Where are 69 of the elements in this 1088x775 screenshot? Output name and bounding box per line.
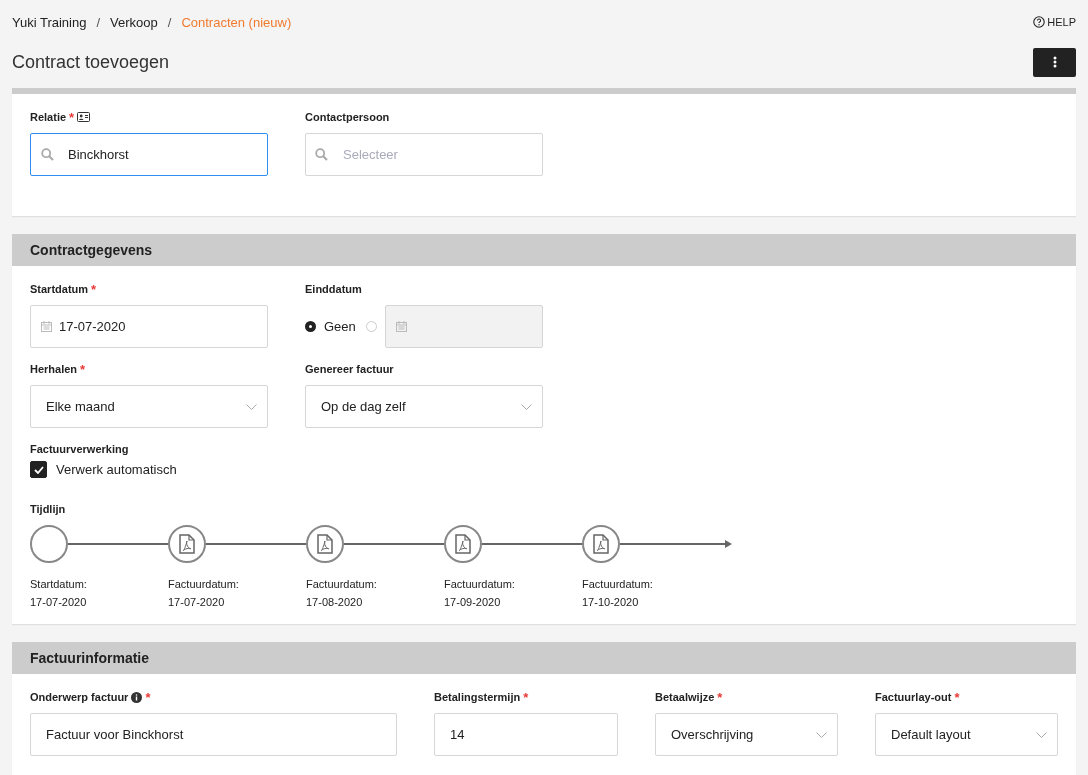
breadcrumb-separator: / (96, 14, 101, 30)
chevron-down-icon (246, 403, 257, 410)
search-icon (41, 148, 54, 161)
field-label: Contactpersoon (305, 111, 390, 123)
timeline-date: 17-07-2020 (168, 596, 226, 608)
field-label: Factuurverwerking (30, 443, 129, 455)
chevron-down-icon (521, 403, 532, 410)
checkbox[interactable] (30, 461, 47, 478)
field-label: Betalingstermijn (434, 691, 521, 703)
breadcrumb-separator: / (167, 14, 172, 30)
end-date-field[interactable] (384, 305, 543, 348)
checkmark-icon (33, 465, 44, 474)
start-date-field[interactable]: 17-07-2020 (30, 305, 268, 348)
dropdown[interactable]: Default layout (875, 713, 1058, 756)
more-icon (1052, 56, 1057, 68)
help-icon (1033, 16, 1046, 28)
pdf-file-icon (593, 534, 609, 554)
text-field[interactable]: 14 (434, 713, 618, 756)
timeline-caption: Factuurdatum: (168, 578, 240, 590)
required-mark: * (69, 109, 75, 125)
calendar-icon (41, 321, 52, 332)
required-mark: * (80, 361, 86, 377)
required-mark: * (717, 689, 723, 705)
text-field[interactable]: Factuur voor Binckhorst (30, 713, 397, 756)
chevron-down-icon (1036, 731, 1047, 738)
checkbox-label: Verwerk automatisch (56, 462, 177, 477)
field-label: Betaalwijze (655, 691, 715, 703)
required-mark: * (954, 689, 960, 705)
timeline-date: 17-07-2020 (30, 596, 88, 608)
breadcrumb-link[interactable]: Yuki Training (12, 14, 87, 30)
more-menu-button[interactable] (1033, 47, 1076, 77)
timeline-date: 17-09-2020 (444, 596, 502, 608)
required-mark: * (523, 689, 529, 705)
radio-button[interactable] (305, 321, 316, 332)
timeline-caption: Factuurdatum: (444, 578, 516, 590)
start-node (30, 525, 68, 563)
timeline-date: 17-08-2020 (306, 596, 364, 608)
section-header: Contractgegevens (12, 234, 1076, 266)
field-label: Relatie (30, 111, 67, 123)
radio-label: Geen (324, 319, 356, 334)
breadcrumb-link[interactable]: Verkoop (110, 14, 158, 30)
dropdown[interactable]: Elke maand (30, 385, 268, 428)
field-label: Startdatum (30, 283, 89, 295)
timeline-caption: Factuurdatum: (582, 578, 654, 590)
pdf-file-icon (179, 534, 195, 554)
pdf-file-icon (455, 534, 471, 554)
timeline-date: 17-10-2020 (582, 596, 640, 608)
field-label: Factuurlay-out (875, 691, 952, 703)
timeline-caption: Factuurdatum: (306, 578, 378, 590)
field-label: Onderwerp factuur (30, 691, 129, 703)
relation-search-field[interactable]: Binckhorst (30, 133, 268, 176)
search-icon (315, 148, 328, 161)
pdf-file-icon (317, 534, 333, 554)
contact-search-field[interactable]: Selecteer (305, 133, 543, 176)
field-label: Herhalen (30, 363, 78, 375)
calendar-icon (395, 321, 407, 332)
help-link[interactable]: HELP (1033, 16, 1076, 28)
section-header: Factuurinformatie (12, 642, 1076, 674)
page-title: Contract toevoegen (12, 51, 170, 73)
chevron-down-icon (816, 731, 827, 738)
field-label: Einddatum (305, 283, 362, 295)
contact-card-icon (77, 112, 91, 122)
dropdown[interactable]: Overschrijving (655, 713, 838, 756)
required-mark: * (91, 281, 97, 297)
required-mark: * (145, 689, 151, 705)
timeline-caption: Startdatum: (30, 578, 88, 590)
field-label: Genereer factuur (305, 363, 394, 375)
dropdown[interactable]: Op de dag zelf (305, 385, 543, 428)
field-label: Tijdlijn (30, 503, 66, 515)
